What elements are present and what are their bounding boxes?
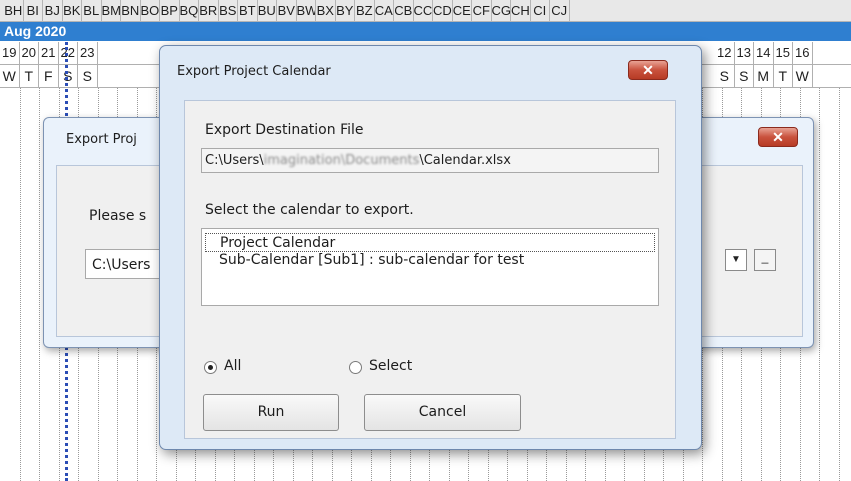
month-bar: Aug 2020 — [0, 22, 851, 41]
column-header-cell[interactable]: BN — [121, 0, 141, 21]
column-header-cell[interactable]: CI — [531, 0, 550, 21]
weekday-cell: S — [59, 65, 78, 87]
day-number-cell: 19 — [0, 42, 20, 64]
column-header-cell[interactable]: CF — [472, 0, 492, 21]
weekday-cell: S — [715, 65, 735, 87]
dest-path-suffix: \Calendar.xlsx — [419, 153, 511, 168]
column-header-cell[interactable]: CH — [511, 0, 531, 21]
weekday-cell: W — [793, 65, 813, 87]
destination-file-field: C:\Users\imagination\Documents\Calendar.… — [201, 148, 659, 173]
browse-icon: _ — [761, 250, 769, 264]
column-header-cell[interactable]: CG — [492, 0, 511, 21]
back-dialog-title: Export Proj — [66, 132, 137, 147]
day-number-cell: 23 — [78, 42, 98, 64]
column-header-cell[interactable]: BW — [297, 0, 316, 21]
column-header-cell[interactable]: BU — [258, 0, 277, 21]
column-header-cell[interactable]: BX — [316, 0, 336, 21]
column-header-cell[interactable]: BL — [82, 0, 102, 21]
month-label: Aug 2020 — [4, 23, 67, 39]
weekday-cell: M — [754, 65, 774, 87]
column-header-cell[interactable]: CC — [414, 0, 433, 21]
radio-all-label[interactable]: All — [224, 358, 241, 374]
destination-file-label: Export Destination File — [205, 122, 364, 138]
column-header-cell[interactable]: BP — [160, 0, 180, 21]
select-calendar-label: Select the calendar to export. — [205, 202, 414, 218]
grid-column-line — [39, 88, 40, 481]
column-header-cell[interactable]: BK — [63, 0, 82, 21]
column-header-cell[interactable]: BS — [219, 0, 238, 21]
column-header-cell[interactable]: BR — [199, 0, 219, 21]
grid-column-line — [819, 88, 820, 481]
chevron-down-icon: ▼ — [731, 254, 741, 265]
column-header-cell[interactable]: BV — [277, 0, 297, 21]
dialog-close-button[interactable]: ✕ — [628, 60, 668, 80]
day-number-cell: 13 — [735, 42, 754, 64]
close-icon: ✕ — [772, 129, 784, 145]
column-header-cell[interactable]: CJ — [550, 0, 570, 21]
column-header-cell[interactable]: CA — [375, 0, 394, 21]
column-header-cell[interactable]: BO — [141, 0, 160, 21]
radio-all[interactable] — [204, 361, 217, 374]
weekday-cell: F — [39, 65, 59, 87]
column-header-cell[interactable]: CE — [453, 0, 472, 21]
back-path-dropdown-button[interactable]: ▼ — [725, 249, 747, 271]
grid-column-line — [838, 88, 840, 481]
dest-path-redacted: imagination\Documents — [263, 153, 420, 168]
column-header-cell[interactable]: CB — [394, 0, 414, 21]
column-header-cell[interactable]: BJ — [43, 0, 63, 21]
day-number-cell: 20 — [20, 42, 39, 64]
back-browse-button[interactable]: _ — [754, 249, 776, 271]
column-header-cell[interactable]: BQ — [180, 0, 199, 21]
column-header-cell[interactable]: BI — [24, 0, 43, 21]
day-number-cell: 12 — [715, 42, 735, 64]
export-project-calendar-dialog: Export Project Calendar ✕ Export Destina… — [159, 45, 702, 450]
dest-path-prefix: C:\Users\ — [205, 153, 264, 168]
weekday-cell: T — [774, 65, 793, 87]
dialog-title: Export Project Calendar — [177, 64, 331, 79]
grid-column-line — [19, 88, 21, 481]
close-icon: ✕ — [642, 62, 654, 78]
column-header-cell[interactable]: BT — [238, 0, 258, 21]
dialog-body: Export Destination File C:\Users\imagina… — [184, 100, 676, 439]
back-dialog-close-button[interactable]: ✕ — [758, 127, 798, 147]
weekday-cell: S — [78, 65, 98, 87]
column-header-cell[interactable]: CD — [433, 0, 453, 21]
day-number-cell: 14 — [754, 42, 774, 64]
column-header-row: BH BI BJ BK BL BM BN BO BP BQ BR BS BT BU BV BW BX BY BZ CA… — [0, 0, 851, 22]
radio-select[interactable] — [349, 361, 362, 374]
column-header-cell[interactable]: BH — [4, 0, 24, 21]
weekday-cell: W — [0, 65, 20, 87]
list-item[interactable]: Sub-Calendar [Sub1] : sub-calendar for t… — [205, 251, 655, 270]
column-header-cell[interactable]: BY — [336, 0, 355, 21]
calendar-listbox[interactable]: Project Calendar Sub-Calendar [Sub1] : s… — [201, 228, 659, 306]
weekday-cell: T — [20, 65, 39, 87]
cancel-button[interactable]: Cancel — [364, 394, 521, 431]
day-number-cell: 16 — [793, 42, 813, 64]
day-number-cell: 15 — [774, 42, 793, 64]
run-button[interactable]: Run — [203, 394, 339, 431]
column-header-cell[interactable]: BZ — [355, 0, 375, 21]
day-number-cell: 21 — [39, 42, 59, 64]
radio-select-label[interactable]: Select — [369, 358, 412, 374]
back-dialog-prompt: Please s — [89, 208, 147, 224]
day-number-cell: 22 — [59, 42, 78, 64]
weekday-cell: S — [735, 65, 754, 87]
column-header-cell[interactable]: BM — [102, 0, 121, 21]
list-item[interactable]: Project Calendar — [205, 233, 655, 252]
